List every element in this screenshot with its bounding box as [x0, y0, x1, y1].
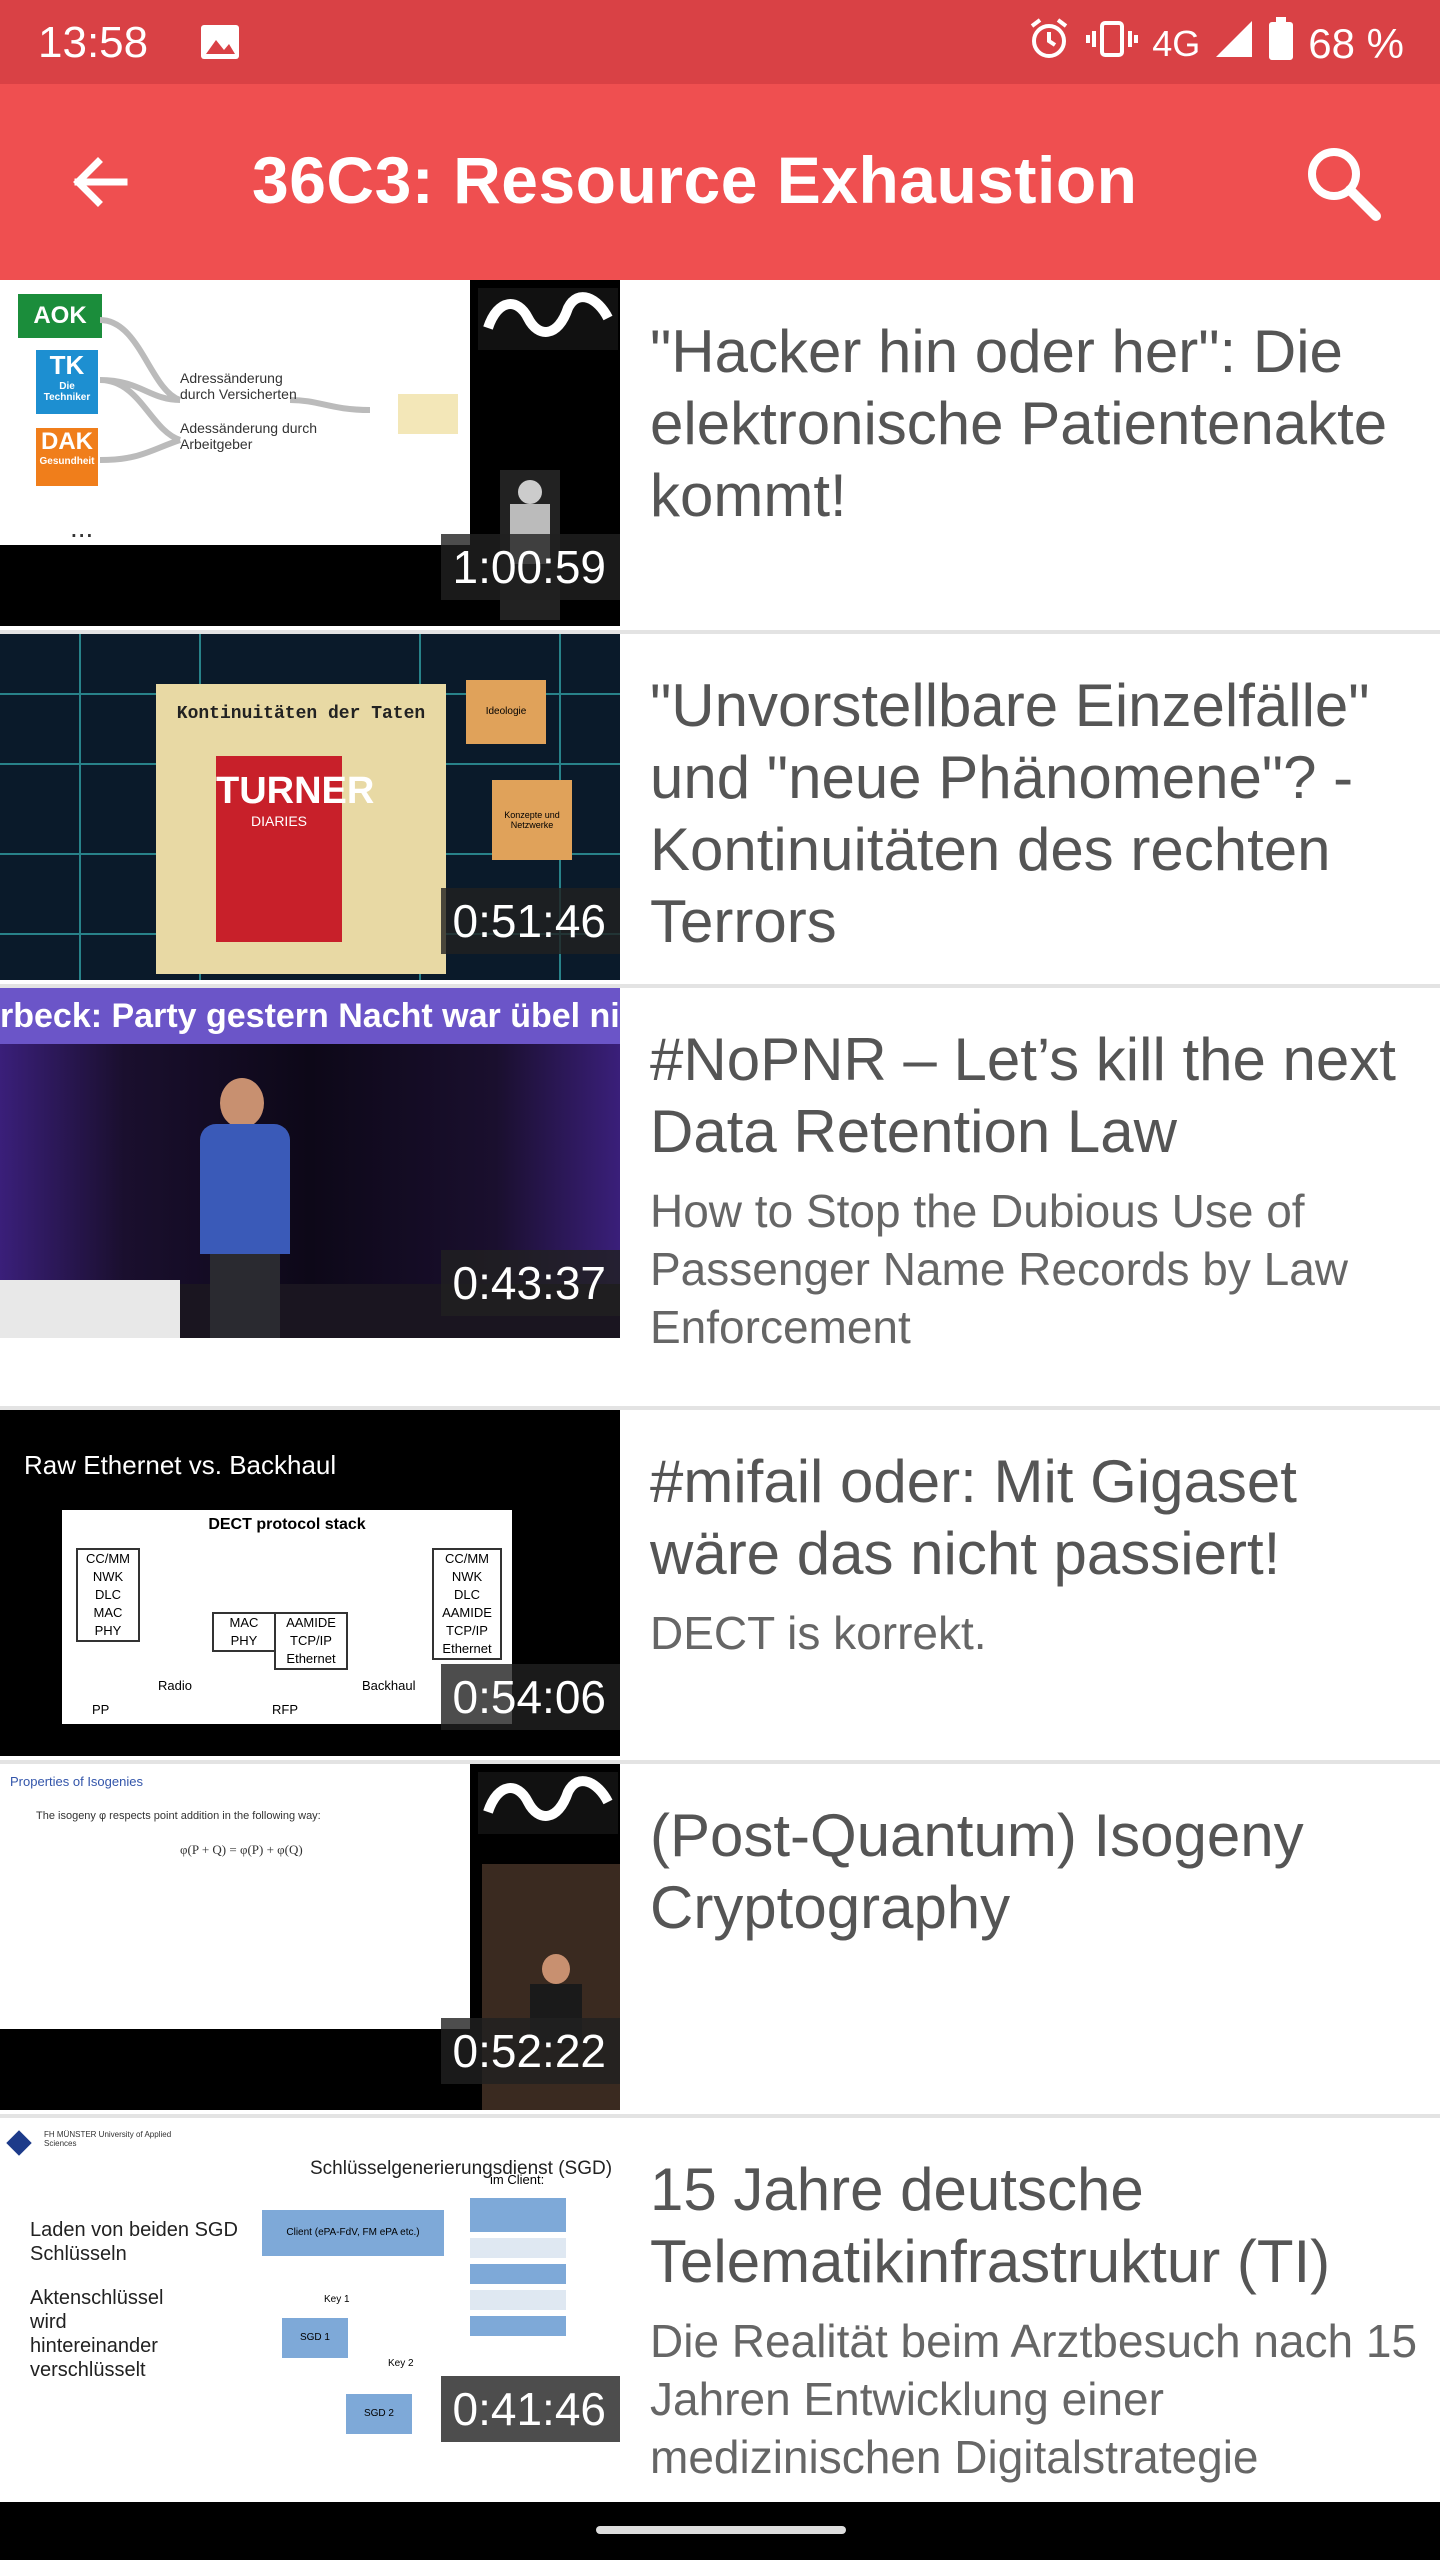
university-logo [6, 2130, 32, 2156]
duration-badge: 0:51:46 [440, 888, 620, 954]
battery-percent: 68 % [1308, 20, 1404, 67]
36c3-logo [478, 1772, 618, 1834]
video-subtitle: Die Realität beim Arztbesuch nach 15 Jah… [650, 2315, 1418, 2483]
video-title: "Unvorstellbare Einzelfälle" und "neue P… [650, 672, 1370, 955]
list-item[interactable]: Kontinuitäten der Taten TURNER DIARIES I… [0, 634, 1440, 988]
status-time: 13:58 [38, 18, 149, 67]
network-type: 4G [1152, 23, 1201, 64]
video-subtitle: DECT is korrekt. [650, 1607, 987, 1659]
speaker-figure [190, 1078, 300, 1338]
video-subtitle: How to Stop the Dubious Use of Passenger… [650, 1185, 1348, 1353]
duration-badge: 0:43:37 [440, 1250, 620, 1316]
duration-badge: 1:00:59 [440, 534, 620, 600]
video-title: "Hacker hin oder her": Die elektronische… [650, 318, 1388, 529]
list-item[interactable]: Properties of Isogenies The isogeny φ re… [0, 1764, 1440, 2118]
tk-logo: TK Die Techniker [36, 350, 98, 414]
flow-lines [100, 317, 371, 463]
status-bar: 13:58 4G 68 % [0, 0, 1440, 84]
list-item[interactable]: Raw Ethernet vs. Backhaul DECT protocol … [0, 1410, 1440, 1764]
duration-badge: 0:52:22 [440, 2018, 620, 2084]
home-gesture-handle[interactable] [596, 2526, 846, 2534]
duration-badge: 0:54:06 [440, 1664, 620, 1730]
search-button[interactable] [1292, 132, 1392, 232]
vibrate-icon [1086, 19, 1139, 69]
list-item[interactable]: rbeck: Party gestern Nacht war übel nice… [0, 988, 1440, 1410]
app-bar: 36C3: Resource Exhaustion [0, 84, 1440, 280]
arrow-back-icon [73, 157, 128, 207]
system-nav-bar [0, 2502, 1440, 2560]
battery-icon [1268, 17, 1294, 71]
back-button[interactable] [52, 134, 148, 230]
video-thumbnail: Kontinuitäten der Taten TURNER DIARIES I… [0, 634, 620, 980]
video-thumbnail: rbeck: Party gestern Nacht war übel nice… [0, 988, 620, 1338]
video-thumbnail: FH MÜNSTER University of Applied Science… [0, 2118, 620, 2464]
video-thumbnail: Properties of Isogenies The isogeny φ re… [0, 1764, 620, 2110]
video-thumbnail: Raw Ethernet vs. Backhaul DECT protocol … [0, 1410, 620, 1756]
page-title: 36C3: Resource Exhaustion [252, 143, 1138, 217]
search-icon [1308, 148, 1381, 221]
list-item[interactable]: AOK TK Die Techniker DAK Gesundheit Adress… [0, 280, 1440, 634]
list-item[interactable]: FH MÜNSTER University of Applied Science… [0, 2118, 1440, 2502]
video-title: (Post-Quantum) Isogeny Cryptography [650, 1802, 1304, 1941]
video-title: 15 Jahre deutsche Telematikinfrastruktur… [650, 2156, 1331, 2295]
dak-logo: DAK Gesundheit [36, 428, 98, 486]
video-title: #NoPNR – Let’s kill the next Data Retent… [650, 1026, 1396, 1165]
image-notification-icon [200, 24, 240, 60]
duration-badge: 0:41:46 [440, 2376, 620, 2442]
book-cover: TURNER DIARIES [216, 756, 374, 942]
aok-logo: AOK [18, 294, 102, 338]
ticker-banner: rbeck: Party gestern Nacht war übel nice [0, 988, 620, 1044]
video-thumbnail: AOK TK Die Techniker DAK Gesundheit Adress… [0, 280, 620, 626]
signal-icon [1214, 19, 1254, 69]
alarm-icon [1026, 16, 1072, 72]
video-title: #mifail oder: Mit Gigaset wäre das nicht… [650, 1448, 1297, 1587]
36c3-logo [478, 288, 618, 350]
